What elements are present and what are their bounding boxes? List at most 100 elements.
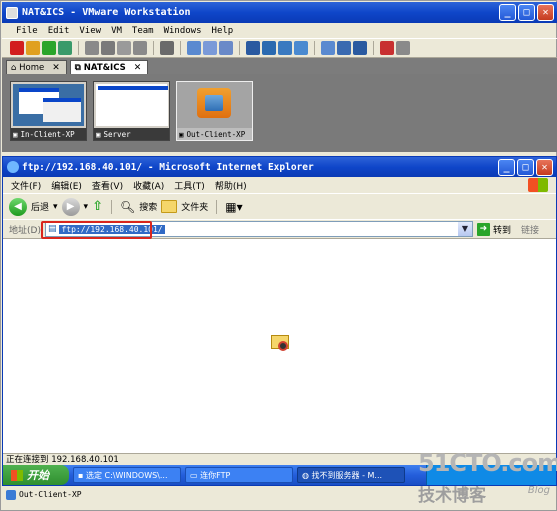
ie-toolbar: ◀ 后退 ▾ ▶ ▾ ⇧ 🔍︎ 搜索 文件夹 ▦▾ <box>3 193 556 219</box>
start-button[interactable]: 开始 <box>3 465 69 485</box>
taskbar-item-explorer[interactable]: ▪ 选定 C:\WINDOWS\... <box>73 467 181 483</box>
revert-snapshot-icon[interactable] <box>101 41 115 55</box>
thumbnail-view-icon[interactable] <box>337 41 351 55</box>
address-label: 地址(D) <box>9 225 41 236</box>
close-tab-icon[interactable]: ✕ <box>134 63 142 73</box>
chevron-down-icon[interactable]: ▾ <box>84 202 89 212</box>
close-icon[interactable]: ✕ <box>537 4 554 21</box>
tab-nat-ics[interactable]: ⧉ NAT&ICS ✕ <box>69 60 149 74</box>
taskbar-item-ftp[interactable]: ▭ 连你FTP <box>185 467 293 483</box>
thumbnail-caption: ▣ Server <box>94 128 169 140</box>
start-button-label: 开始 <box>27 469 49 482</box>
toolbar-separator <box>373 41 374 55</box>
windows-logo-icon <box>528 178 548 192</box>
power-on-icon[interactable] <box>42 41 56 55</box>
console-view-icon[interactable] <box>321 41 335 55</box>
ie-title-bar: ftp://192.168.40.101/ - Microsoft Intern… <box>3 157 556 177</box>
menu-edit[interactable]: 编辑(E) <box>51 179 82 192</box>
tab-view-icon[interactable] <box>353 41 367 55</box>
vmware-title-bar: NAT&ICS - VMware Workstation _ □ ✕ <box>2 2 557 23</box>
snapshot-icon[interactable] <box>85 41 99 55</box>
folders-button-label[interactable]: 文件夹 <box>181 200 208 213</box>
ie-window-controls: _ □ ✕ <box>498 159 553 176</box>
minimize-icon[interactable]: _ <box>499 4 516 21</box>
back-button-label[interactable]: 后退 <box>31 200 49 213</box>
toolbar-separator <box>78 41 79 55</box>
toolbar-separator <box>180 41 181 55</box>
search-icon[interactable]: 🔍︎ <box>120 200 135 214</box>
team-tab-icon: ⧉ <box>74 62 84 73</box>
vm-icon: ▣ <box>179 129 184 139</box>
reset-icon[interactable] <box>58 41 72 55</box>
menu-vm[interactable]: VM <box>111 26 122 36</box>
up-folder-icon[interactable]: ⇧ <box>92 199 103 214</box>
team-icon[interactable] <box>219 41 233 55</box>
chevron-down-icon[interactable]: ▼ <box>457 222 472 236</box>
back-arrow-icon[interactable]: ◀ <box>9 197 27 216</box>
menu-file[interactable]: 文件(F) <box>11 179 41 192</box>
clone-icon[interactable] <box>133 41 147 55</box>
menu-help[interactable]: 帮助(H) <box>215 179 247 192</box>
summary-icon[interactable] <box>160 41 174 55</box>
go-arrow-icon: ➜ <box>476 222 490 236</box>
close-tab-icon[interactable]: ✕ <box>52 63 60 73</box>
folders-icon[interactable] <box>161 200 178 213</box>
tab-home[interactable]: ⌂ Home ✕ <box>6 60 67 74</box>
thumbnail-label: Server <box>103 129 131 139</box>
menu-tools[interactable]: 工具(T) <box>174 179 205 192</box>
thumbnail-label: In-Client-XP <box>20 129 75 139</box>
toolbar-separator <box>153 41 154 55</box>
unity-icon[interactable] <box>294 41 308 55</box>
thumbnail-server[interactable]: ▣ Server <box>93 81 170 141</box>
screenshot-frame: NAT&ICS - VMware Workstation _ □ ✕ File … <box>0 0 557 511</box>
folder-icon: ▭ <box>190 470 201 480</box>
menu-team[interactable]: Team <box>132 26 154 36</box>
vm-settings-icon[interactable] <box>380 41 394 55</box>
minimize-icon[interactable]: _ <box>498 159 515 176</box>
vm-icon: ▣ <box>13 129 18 139</box>
toolbar-separator <box>110 199 112 214</box>
links-label[interactable]: 链接 <box>521 223 539 236</box>
menu-file[interactable]: File <box>16 26 38 36</box>
maximize-icon[interactable]: □ <box>518 4 535 21</box>
full-screen-icon[interactable] <box>278 41 292 55</box>
taskbar-item-label: 选定 C:\WINDOWS\... <box>85 470 168 480</box>
quick-switch-icon[interactable] <box>262 41 276 55</box>
menu-windows[interactable]: Windows <box>164 26 202 36</box>
ie-menu-bar: 文件(F) 编辑(E) 查看(V) 收藏(A) 工具(T) 帮助(H) <box>3 177 556 193</box>
thumbnail-in-client-xp[interactable]: ▣ In-Client-XP <box>10 81 87 141</box>
search-button-label[interactable]: 搜索 <box>139 200 157 213</box>
menu-view[interactable]: View <box>79 26 101 36</box>
taskbar-item-ie[interactable]: ◍ 找不到服务器 - M... <box>297 467 405 483</box>
thumbnail-out-client-xp[interactable]: ▣ Out-Client-XP <box>176 81 253 141</box>
vmware-window-controls: _ □ ✕ <box>499 4 554 21</box>
taskbar-item-label: 找不到服务器 - M... <box>311 470 383 480</box>
menu-favorites[interactable]: 收藏(A) <box>133 179 164 192</box>
ie-app-icon <box>7 161 19 173</box>
record-icon[interactable] <box>187 41 201 55</box>
power-off-icon[interactable] <box>10 41 24 55</box>
preferences-icon[interactable] <box>396 41 410 55</box>
go-button[interactable]: ➜ 转到 <box>476 222 511 236</box>
watermark-site: 51CTO.com <box>418 449 557 477</box>
menu-view[interactable]: 查看(V) <box>92 179 123 192</box>
taskbar-item-label: 连你FTP <box>200 470 231 480</box>
menu-edit[interactable]: Edit <box>48 26 70 36</box>
replay-icon[interactable] <box>203 41 217 55</box>
chevron-down-icon[interactable]: ▾ <box>53 202 58 212</box>
ie-window: ftp://192.168.40.101/ - Microsoft Intern… <box>2 156 557 486</box>
vmware-toolbar <box>2 38 557 58</box>
vmware-app-icon <box>6 6 18 19</box>
suspend-icon[interactable] <box>26 41 40 55</box>
snapshot-manager-icon[interactable] <box>117 41 131 55</box>
maximize-icon[interactable]: □ <box>517 159 534 176</box>
menu-help[interactable]: Help <box>212 26 234 36</box>
forward-arrow-icon[interactable]: ▶ <box>61 197 80 216</box>
thumbnail-label: Out-Client-XP <box>186 129 246 139</box>
sidebar-icon[interactable] <box>246 41 260 55</box>
views-icon[interactable]: ▦▾ <box>225 200 242 214</box>
go-button-label: 转到 <box>492 225 511 236</box>
close-icon[interactable]: ✕ <box>536 159 553 176</box>
vm-icon: ▣ <box>96 129 101 139</box>
thumbnail-caption: ▣ In-Client-XP <box>11 128 86 140</box>
